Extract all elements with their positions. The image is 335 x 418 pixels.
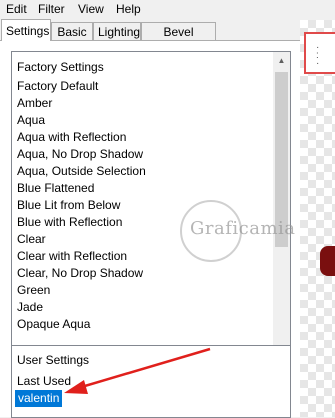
preview-canvas — [300, 20, 335, 417]
list-item[interactable]: Blue with Reflection — [17, 214, 122, 231]
tab-lighting[interactable]: Lighting — [93, 22, 141, 40]
user-settings-list[interactable]: User Settings Last Used valentin — [11, 345, 291, 418]
list-item-selected[interactable]: valentin — [15, 390, 63, 407]
list-item[interactable]: Aqua, Outside Selection — [17, 163, 146, 180]
user-settings-header: User Settings — [17, 353, 90, 367]
list-item[interactable]: Amber — [17, 95, 52, 112]
tab-bevel-profile[interactable]: Bevel Profile — [141, 22, 216, 57]
thumbnail-dots-icon: ·: · — [316, 42, 320, 69]
list-item[interactable]: Jade — [17, 299, 43, 316]
menu-view[interactable]: View — [78, 1, 104, 17]
list-item[interactable]: Aqua, No Drop Shadow — [17, 146, 143, 163]
menu-bar: Edit Filter View Help — [0, 0, 335, 19]
tab-basic[interactable]: Basic — [51, 22, 93, 40]
watermark-text: Graficamia — [190, 218, 296, 239]
list-item[interactable]: Clear, No Drop Shadow — [17, 265, 143, 282]
menu-filter[interactable]: Filter — [38, 1, 65, 17]
list-item[interactable]: Green — [17, 282, 50, 299]
factory-list-scrollbar[interactable]: ▲ ▼ — [273, 52, 290, 380]
list-item[interactable]: Blue Lit from Below — [17, 197, 120, 214]
tab-strip: Settings Basic Lighting Bevel Profile — [0, 19, 300, 57]
factory-settings-list[interactable]: Factory Settings Factory Default Amber A… — [11, 51, 291, 381]
list-item[interactable]: Factory Default — [17, 78, 98, 95]
menu-help[interactable]: Help — [116, 1, 141, 17]
list-item[interactable]: Clear — [17, 231, 46, 248]
factory-settings-header: Factory Settings — [17, 60, 104, 74]
tab-settings[interactable]: Settings — [1, 19, 51, 41]
list-item[interactable]: Blue Flattened — [17, 180, 94, 197]
scroll-up-icon[interactable]: ▲ — [273, 52, 290, 69]
preview-thumbnail[interactable]: ·: · — [304, 32, 335, 74]
menu-edit[interactable]: Edit — [6, 1, 27, 17]
list-item[interactable]: Opaque Aqua — [17, 316, 90, 333]
list-item[interactable]: Clear with Reflection — [17, 248, 127, 265]
heart-shape-icon — [320, 246, 335, 276]
list-item[interactable]: Aqua with Reflection — [17, 129, 126, 146]
list-item[interactable]: Last Used — [17, 373, 71, 390]
list-item[interactable]: Aqua — [17, 112, 45, 129]
